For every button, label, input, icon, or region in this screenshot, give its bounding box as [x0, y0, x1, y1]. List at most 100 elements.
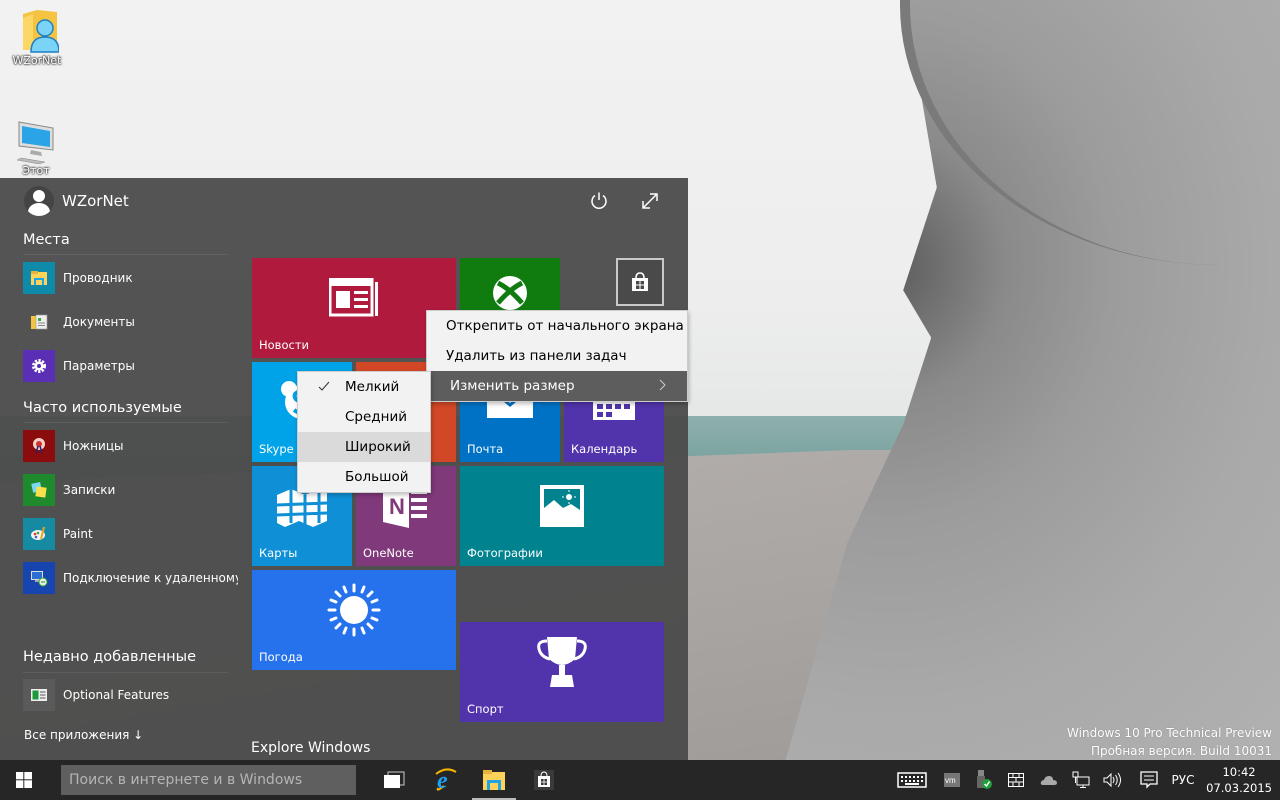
menu-item-resize[interactable]: Изменить размер — [431, 371, 687, 401]
tile-label: Погода — [259, 650, 303, 664]
start-button[interactable] — [0, 760, 48, 800]
usb-safe-remove-icon — [977, 770, 992, 789]
menu-item-size-small[interactable]: Мелкий — [298, 372, 430, 402]
menu-item-size-wide[interactable]: Широкий — [298, 432, 430, 462]
clock-time: 10:42 — [1222, 765, 1256, 779]
tile-sport[interactable]: Спорт — [460, 622, 664, 722]
menu-item-label: Большой — [345, 469, 409, 485]
menu-item-label: Широкий — [345, 439, 411, 455]
computer-icon — [16, 121, 54, 164]
app-label: Подключение к удаленному ра — [63, 571, 238, 585]
frequent-heading: Часто используемые — [23, 400, 182, 416]
remote-desktop-icon — [23, 562, 55, 594]
menu-item-label: Удалить из панели задач — [446, 348, 627, 364]
weather-icon — [252, 570, 456, 650]
firewall-tray-button[interactable] — [1004, 760, 1028, 800]
documents-icon — [23, 306, 55, 338]
settings-icon — [23, 350, 55, 382]
vmware-icon: vm — [944, 773, 960, 787]
file-explorer-icon — [23, 262, 55, 294]
explore-windows-heading: Explore Windows — [251, 740, 371, 756]
menu-item-unpin-from-start[interactable]: Открепить от начального экрана — [427, 311, 687, 341]
touch-keyboard-button[interactable] — [894, 760, 930, 800]
tile-store[interactable] — [616, 258, 664, 306]
optional-features-icon — [23, 679, 55, 711]
action-center-icon — [1140, 771, 1158, 789]
network-tray-button[interactable] — [1068, 760, 1094, 800]
search-input[interactable] — [61, 765, 356, 795]
tile-label: Skype — [259, 442, 294, 456]
places-heading: Места — [23, 232, 70, 248]
app-label: Ножницы — [63, 439, 124, 453]
app-label: Optional Features — [63, 688, 170, 702]
tile-context-menu: Открепить от начального экрана Удалить и… — [426, 310, 688, 402]
onedrive-tray-button[interactable] — [1036, 760, 1062, 800]
tile-photos[interactable]: Фотографии — [460, 466, 664, 566]
vmware-tray-button[interactable]: vm — [940, 760, 964, 800]
all-apps-button[interactable]: Все приложения ↓ — [24, 728, 143, 742]
paint-icon — [23, 518, 55, 550]
desktop-icon-user-folder[interactable]: WZorNet — [0, 6, 74, 67]
chevron-right-icon — [659, 371, 667, 412]
tile-weather[interactable]: Погода — [252, 570, 456, 670]
tile-label: Спорт — [467, 702, 504, 716]
power-icon — [591, 192, 607, 209]
frequent-item-remote-desktop[interactable]: Подключение к удаленному ра — [23, 562, 238, 594]
store-taskbar-button[interactable] — [522, 760, 566, 800]
file-explorer-taskbar-button[interactable] — [472, 760, 516, 800]
tile-label: Фотографии — [467, 546, 543, 560]
watermark-edition: Windows 10 Pro Technical Preview — [1067, 726, 1272, 740]
build-watermark: Windows 10 Pro Technical Preview Пробная… — [1067, 724, 1272, 760]
power-button[interactable] — [586, 188, 612, 214]
section-divider — [23, 422, 228, 423]
action-center-button[interactable] — [1136, 760, 1162, 800]
recent-item-optional-features[interactable]: Optional Features — [23, 679, 238, 711]
places-item-settings[interactable]: Параметры — [23, 350, 238, 382]
places-item-documents[interactable]: Документы — [23, 306, 238, 338]
menu-item-size-large[interactable]: Большой — [298, 462, 430, 492]
menu-item-label: Мелкий — [345, 379, 400, 395]
task-view-button[interactable] — [372, 760, 416, 800]
input-language-button[interactable]: РУС — [1166, 760, 1200, 800]
watermark-build: Пробная версия. Build 10031 — [1090, 744, 1272, 758]
menu-item-unpin-from-taskbar[interactable]: Удалить из панели задач — [427, 341, 687, 371]
tile-label: Почта — [467, 442, 504, 456]
desktop-icon-this-pc[interactable]: Этот — [0, 118, 73, 177]
svg-text:vm: vm — [945, 776, 956, 785]
menu-item-label: Изменить размер — [450, 378, 575, 394]
expand-icon — [642, 193, 658, 209]
tile-label: Новости — [259, 338, 309, 352]
app-label: Проводник — [63, 271, 133, 285]
volume-icon — [1103, 772, 1121, 788]
clock-button[interactable]: 10:42 07.03.2015 — [1206, 764, 1272, 796]
store-icon — [534, 770, 554, 790]
frequent-item-sticky-notes[interactable]: Записки — [23, 474, 238, 506]
store-icon — [618, 260, 662, 304]
desktop-icon-label: Этот — [22, 164, 50, 177]
menu-item-label: Средний — [345, 409, 408, 425]
user-account-button[interactable]: WZorNet — [24, 186, 129, 216]
sticky-notes-icon — [23, 474, 55, 506]
frequent-item-paint[interactable]: Paint — [23, 518, 238, 550]
photos-icon — [460, 466, 664, 546]
trophy-icon — [460, 622, 664, 702]
volume-tray-button[interactable] — [1100, 760, 1124, 800]
taskbar: e vm РУС 10:42 07.03.2015 — [0, 760, 1280, 800]
places-item-file-explorer[interactable]: Проводник — [23, 262, 238, 294]
internet-explorer-button[interactable]: e — [424, 760, 468, 800]
app-label: Paint — [63, 527, 93, 541]
section-divider — [23, 672, 228, 673]
safely-remove-hardware-button[interactable] — [972, 760, 996, 800]
expand-start-button[interactable] — [637, 188, 663, 214]
user-folder-icon — [23, 10, 59, 53]
desktop-icon-label: WZorNet — [12, 54, 62, 67]
app-label: Документы — [63, 315, 135, 329]
section-divider — [23, 254, 228, 255]
task-view-icon — [384, 771, 405, 788]
start-menu: WZorNet Места Проводник Документы Параме… — [0, 178, 688, 760]
menu-item-size-medium[interactable]: Средний — [298, 402, 430, 432]
file-explorer-icon — [483, 770, 505, 790]
internet-explorer-icon: e — [435, 768, 457, 792]
frequent-item-snipping-tool[interactable]: Ножницы — [23, 430, 238, 462]
firewall-icon — [1008, 773, 1024, 787]
